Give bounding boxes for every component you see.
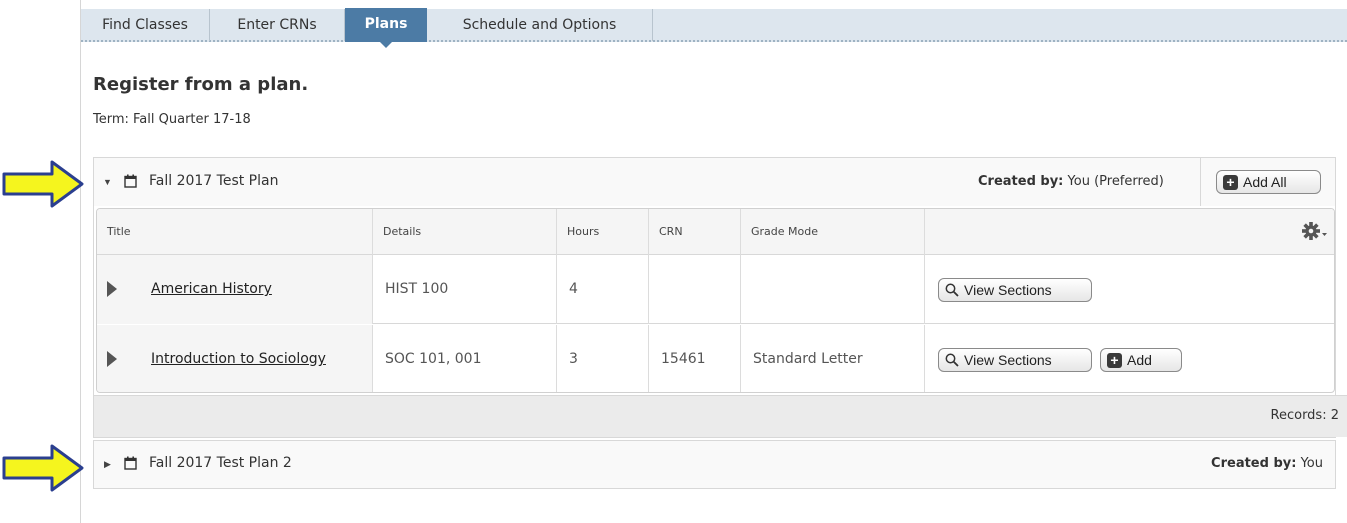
crn-cell: [649, 255, 741, 324]
add-label: Add: [1127, 352, 1152, 368]
title-cell: Introduction to Sociology: [97, 325, 373, 392]
view-sections-button[interactable]: View Sections: [938, 348, 1092, 372]
column-header-title[interactable]: Title: [97, 209, 373, 255]
plan-name[interactable]: Fall 2017 Test Plan: [149, 173, 278, 189]
table-footer: Records: 2: [94, 395, 1347, 437]
tab-label: Schedule and Options: [462, 17, 617, 33]
title-cell: American History: [97, 255, 373, 324]
term-label: Term: Fall Quarter 17-18: [93, 112, 251, 127]
created-by-value: You (Preferred): [1067, 174, 1164, 189]
tab-enter-crns[interactable]: Enter CRNs: [210, 9, 345, 41]
course-title-link[interactable]: American History: [151, 255, 272, 324]
plus-icon: +: [1223, 174, 1238, 190]
created-by-value: You: [1300, 456, 1323, 471]
column-header-hours[interactable]: Hours: [557, 209, 649, 255]
calendar-icon: [124, 174, 137, 188]
expand-row-icon[interactable]: [107, 281, 117, 297]
grade-mode-cell: [741, 255, 925, 324]
expand-row-icon[interactable]: [107, 351, 117, 367]
add-course-button[interactable]: + Add: [1100, 348, 1182, 372]
plan-name[interactable]: Fall 2017 Test Plan 2: [149, 455, 292, 471]
gear-icon[interactable]: [1300, 220, 1328, 242]
plan-courses-table: Title Details Hours CRN Grade Mode Ameri…: [96, 208, 1335, 393]
add-all-button[interactable]: + Add All: [1216, 170, 1321, 194]
plan-header[interactable]: ▶ Fall 2017 Test Plan 2 Created by: You: [94, 441, 1335, 488]
course-title-link[interactable]: Introduction to Sociology: [151, 325, 326, 392]
search-icon: [945, 283, 959, 297]
page-title: Register from a plan.: [93, 74, 309, 95]
caret-down-icon[interactable]: ▼: [103, 177, 112, 187]
tab-label: Find Classes: [102, 17, 188, 33]
column-header-crn[interactable]: CRN: [649, 209, 741, 255]
tab-label: Enter CRNs: [237, 17, 317, 33]
header-divider: [1200, 158, 1201, 206]
details-cell: HIST 100: [373, 255, 557, 324]
created-by: Created by: You: [1211, 456, 1323, 471]
column-header-details[interactable]: Details: [373, 209, 557, 255]
tab-find-classes[interactable]: Find Classes: [81, 9, 210, 41]
highlight-arrow-icon: [2, 160, 84, 208]
tab-schedule-and-options[interactable]: Schedule and Options: [427, 9, 653, 41]
column-header-grade-mode[interactable]: Grade Mode: [741, 209, 925, 255]
created-by-label: Created by:: [1211, 456, 1297, 471]
crn-cell: 15461: [649, 325, 741, 392]
records-count: Records: 2: [1270, 408, 1339, 423]
tab-plans[interactable]: Plans: [345, 8, 427, 48]
grade-mode-cell: Standard Letter: [741, 325, 925, 392]
created-by-label: Created by:: [978, 174, 1064, 189]
calendar-icon: [124, 456, 137, 470]
table-row: Introduction to Sociology SOC 101, 001 3…: [97, 325, 1334, 392]
add-all-label: Add All: [1243, 174, 1287, 190]
table-header: Title Details Hours CRN Grade Mode: [97, 209, 1334, 255]
hours-cell: 3: [557, 325, 649, 392]
view-sections-button[interactable]: View Sections: [938, 278, 1092, 302]
tab-label: Plans: [364, 16, 408, 32]
highlight-arrow-icon: [2, 444, 84, 492]
view-sections-label: View Sections: [964, 352, 1052, 368]
view-sections-label: View Sections: [964, 282, 1052, 298]
search-icon: [945, 353, 959, 367]
tab-bar: Find Classes Enter CRNs Plans Schedule a…: [81, 8, 1347, 48]
created-by: Created by: You (Preferred): [978, 174, 1164, 189]
table-row: American History HIST 100 4 View Section…: [97, 255, 1334, 324]
hours-cell: 4: [557, 255, 649, 324]
plan-panel: ▶ Fall 2017 Test Plan 2 Created by: You: [93, 440, 1336, 489]
plan-header[interactable]: ▼ Fall 2017 Test Plan Created by: You (P…: [94, 158, 1335, 206]
plus-icon: +: [1107, 352, 1122, 368]
caret-right-icon[interactable]: ▶: [104, 459, 111, 470]
plan-panel: ▼ Fall 2017 Test Plan Created by: You (P…: [93, 157, 1347, 438]
details-cell: SOC 101, 001: [373, 325, 557, 392]
active-tab-pointer: [380, 42, 392, 48]
